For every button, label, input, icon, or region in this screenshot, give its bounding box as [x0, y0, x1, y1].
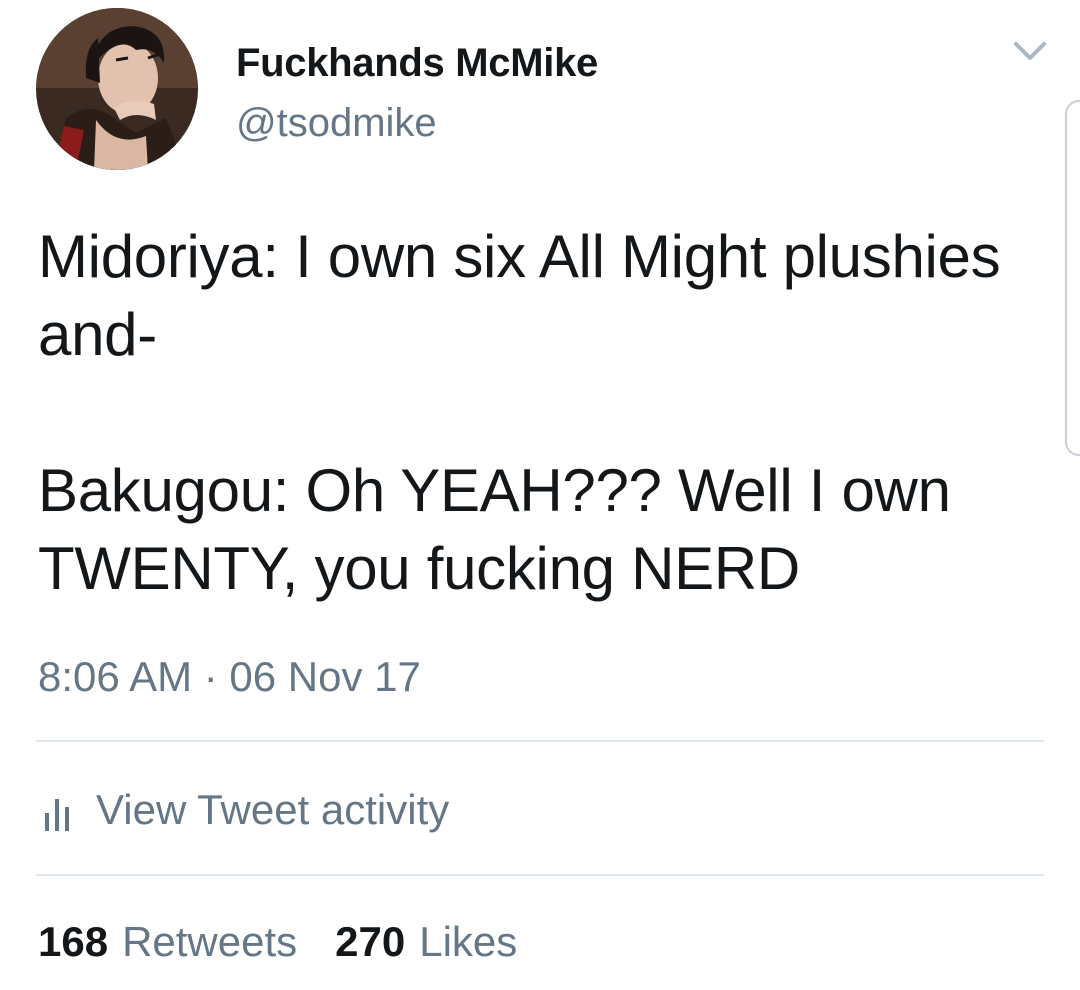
bar-chart-icon [45, 799, 69, 831]
likes-count: 270 [335, 918, 406, 965]
tweet-timestamp[interactable]: 8:06 AM · 06 Nov 17 [38, 652, 421, 702]
avatar[interactable] [36, 8, 198, 170]
retweets-count: 168 [38, 918, 109, 965]
tweet-stats: 168 Retweets 270 Likes [38, 916, 555, 968]
display-name[interactable]: Fuckhands McMike [236, 40, 598, 86]
likes-label: Likes [419, 918, 518, 965]
avatar-illustration [36, 8, 198, 170]
scroll-edge [1065, 100, 1080, 456]
user-handle[interactable]: @tsodmike [236, 100, 437, 146]
chevron-down-icon[interactable] [1010, 36, 1050, 66]
view-tweet-activity-link[interactable]: View Tweet activity [44, 784, 449, 836]
tweet-paragraph: Bakugou: Oh YEAH??? Well I own TWENTY, y… [38, 457, 951, 602]
retweets-label: Retweets [122, 918, 298, 965]
activity-label: View Tweet activity [96, 786, 450, 833]
tweet-paragraph: Midoriya: I own six All Might plushies a… [38, 223, 1001, 368]
tweet-text: Midoriya: I own six All Might plushies a… [38, 218, 1038, 608]
likes-stat[interactable]: 270 Likes [335, 916, 517, 968]
divider [36, 740, 1044, 742]
divider [36, 874, 1044, 876]
retweets-stat[interactable]: 168 Retweets [38, 916, 297, 968]
